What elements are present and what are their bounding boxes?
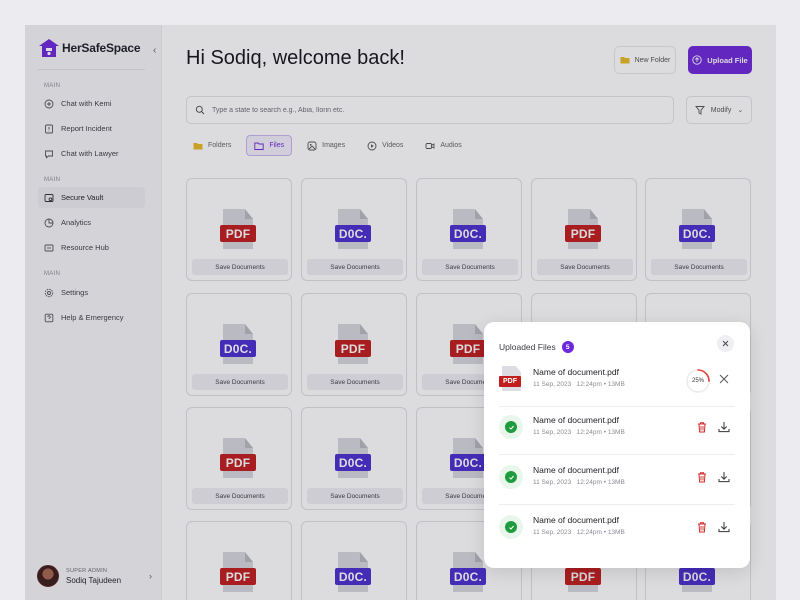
cancel-upload-icon[interactable]: [719, 374, 729, 384]
close-icon: [722, 340, 729, 347]
close-panel-button[interactable]: [717, 335, 734, 352]
uploaded-file-row: Name of document.pdf 11 Sep, 2023 12:24p…: [499, 462, 735, 505]
file-name: Name of document.pdf: [533, 465, 619, 475]
download-icon[interactable]: [718, 521, 730, 533]
trash-icon[interactable]: [696, 471, 708, 483]
file-meta: 11 Sep, 2023 12:24pm • 13MB: [533, 381, 625, 388]
panel-title-text: Uploaded Files: [499, 342, 556, 352]
download-icon[interactable]: [718, 421, 730, 433]
download-icon[interactable]: [718, 471, 730, 483]
file-meta: 11 Sep, 2023 12:24pm • 13MB: [533, 429, 625, 436]
file-meta: 11 Sep, 2023 12:24pm • 13MB: [533, 529, 625, 536]
progress-text: 25%: [691, 378, 704, 384]
uploading-file-row: PDF Name of document.pdf 11 Sep, 2023 12…: [499, 364, 735, 407]
success-check-icon: [499, 415, 523, 439]
file-count-badge: 5: [561, 341, 574, 353]
pdf-file-icon: PDF: [499, 366, 523, 392]
uploaded-files-panel: Uploaded Files 5 PDF Name of document.pd…: [484, 322, 750, 568]
file-name: Name of document.pdf: [533, 515, 619, 525]
trash-icon[interactable]: [696, 421, 708, 433]
success-check-icon: [499, 465, 523, 489]
success-check-icon: [499, 515, 523, 539]
file-name: Name of document.pdf: [533, 415, 619, 425]
file-name: Name of document.pdf: [533, 367, 619, 377]
uploaded-file-row: Name of document.pdf 11 Sep, 2023 12:24p…: [499, 512, 735, 548]
upload-progress-ring: 25%: [685, 368, 711, 394]
file-meta: 11 Sep, 2023 12:24pm • 13MB: [533, 479, 625, 486]
uploaded-file-row: Name of document.pdf 11 Sep, 2023 12:24p…: [499, 412, 735, 455]
panel-title: Uploaded Files 5: [499, 341, 574, 353]
trash-icon[interactable]: [696, 521, 708, 533]
